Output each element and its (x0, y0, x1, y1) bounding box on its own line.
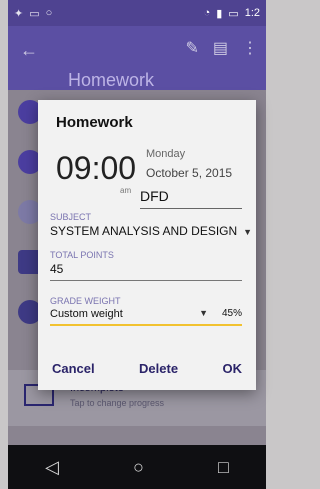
dialog-title: Homework (56, 114, 133, 131)
grade-weight-label: GRADE WEIGHT (50, 296, 121, 306)
more-icon[interactable]: ⋮ (242, 38, 258, 58)
ampm-label: am (120, 186, 132, 195)
clock-text: 1:2 (244, 7, 260, 19)
notification-icon: ✦ (14, 7, 24, 20)
signal-icon: ▮ (216, 7, 223, 20)
grade-weight-select[interactable]: Custom weight ▼ 45% (50, 308, 242, 326)
recents-nav-icon[interactable]: □ (218, 457, 229, 478)
weekday-label: Monday (146, 148, 186, 160)
progress-subtitle: Tap to change progress (70, 398, 165, 408)
points-label: TOTAL POINTS (50, 250, 114, 260)
nav-bar: ◁ ○ □ (8, 445, 266, 489)
wifi-icon: ◔ (203, 7, 211, 19)
back-arrow-icon[interactable]: ← (20, 40, 38, 61)
homework-name-input[interactable]: DFD (140, 186, 242, 209)
subject-value: SYSTEM ANALYSIS AND DESIGN (50, 224, 238, 238)
chevron-down-icon: ▼ (199, 308, 208, 318)
time-picker[interactable]: 09:00 (56, 150, 136, 187)
save-icon[interactable]: ▤ (213, 38, 228, 58)
date-picker[interactable]: October 5, 2015 (146, 166, 232, 180)
app-toolbar: ← ✎ ▤ ⋮ Homework (8, 26, 266, 90)
back-nav-icon[interactable]: ◁ (45, 457, 59, 478)
dialog-actions: Cancel Delete OK (38, 361, 256, 376)
battery-icon: ▭ (228, 7, 239, 20)
cancel-button[interactable]: Cancel (52, 361, 95, 376)
points-input[interactable]: 45 (50, 262, 242, 281)
subject-label: SUBJECT (50, 212, 92, 222)
toolbar-title: Homework (68, 70, 155, 90)
chevron-down-icon: ▼ (243, 227, 253, 237)
message-icon: ▭ (29, 7, 40, 20)
grade-weight-value: Custom weight (50, 308, 123, 320)
delete-button[interactable]: Delete (139, 361, 178, 376)
homework-dialog: Homework 09:00 am Monday October 5, 2015… (38, 100, 256, 390)
home-nav-icon[interactable]: ○ (133, 457, 144, 478)
location-icon: ○ (45, 6, 53, 19)
subject-select[interactable]: SYSTEM ANALYSIS AND DESIGN ▼ (50, 224, 252, 238)
ok-button[interactable]: OK (222, 361, 242, 376)
grade-weight-percent: 45% (221, 308, 242, 319)
status-bar: ✦ ▭ ○ ◔ ▮ ▭ 1:2 (8, 0, 266, 26)
edit-icon[interactable]: ✎ (185, 38, 198, 58)
